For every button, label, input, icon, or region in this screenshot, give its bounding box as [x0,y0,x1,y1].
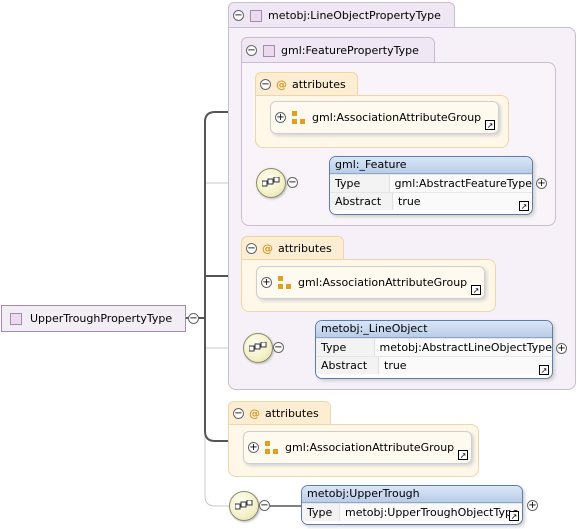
collapse-icon[interactable]: − [273,342,284,353]
link-icon[interactable]: ↗ [539,365,549,375]
element-row: Type metobj:UpperTroughObjectType [302,503,522,521]
root-type-node[interactable]: UpperTroughPropertyType [1,305,186,332]
complex-type-icon [263,44,275,57]
collapse-icon[interactable]: − [259,500,270,511]
line-object-type-tab: − metobj:LineObjectPropertyType [228,2,455,28]
collapse-icon[interactable]: − [233,10,244,21]
collapse-icon[interactable]: − [246,243,257,254]
collapse-icon[interactable]: − [188,313,199,324]
attributes-label: attributes [292,78,346,91]
association-attribute-group-label: gml:AssociationAttributeGroup [312,111,482,124]
association-attribute-group-box[interactable]: + gml:AssociationAttributeGroup ↗ [256,266,485,299]
attribute-group-icon [292,110,306,125]
collapse-icon[interactable]: − [233,408,244,419]
sequence-icon [256,168,286,198]
link-icon[interactable]: ↗ [458,450,468,460]
element-title: metobj:UpperTrough [302,486,522,503]
attribute-group-icon [265,440,279,455]
upper-trough-element-box[interactable]: metobj:UpperTrough Type metobj:UpperTroug… [301,485,523,525]
line-object-element-box[interactable]: metobj:_LineObject Type metobj:AbstractLi… [315,320,553,379]
attribute-icon: @ [276,78,287,91]
link-icon[interactable]: ↗ [485,120,495,130]
sequence-icon [243,333,273,363]
attributes-tab-inner: − @ attributes [255,72,358,96]
element-row: Abstract true [316,356,552,374]
element-title: gml:_Feature [330,157,532,174]
association-attribute-group-box[interactable]: + gml:AssociationAttributeGroup ↗ [243,431,472,464]
attributes-tab-outer: − @ attributes [228,401,331,425]
line-object-type-label: metobj:LineObjectPropertyType [268,9,441,22]
link-icon[interactable]: ↗ [471,285,481,295]
attributes-label: attributes [265,407,319,420]
feature-element-box[interactable]: gml:_Feature Type gml:AbstractFeatureType… [329,156,533,215]
feature-property-type-label: gml:FeaturePropertyType [281,44,419,57]
attributes-label: attributes [278,242,332,255]
association-attribute-group-label: gml:AssociationAttributeGroup [285,441,455,454]
attribute-group-icon [278,275,292,290]
feature-property-type-tab: − gml:FeaturePropertyType [241,37,435,63]
collapse-icon[interactable]: − [287,177,298,188]
association-attribute-group-label: gml:AssociationAttributeGroup [298,276,468,289]
element-row: Type gml:AbstractFeatureType [330,174,532,192]
element-row: Abstract true [330,192,532,210]
element-title: metobj:_LineObject [316,321,552,338]
collapse-icon[interactable]: − [260,79,271,90]
association-attribute-group-box[interactable]: + gml:AssociationAttributeGroup ↗ [270,101,499,134]
expand-icon[interactable]: + [527,500,538,511]
expand-icon[interactable]: + [275,112,286,123]
expand-icon[interactable]: + [261,277,272,288]
expand-icon[interactable]: + [556,343,567,354]
complex-type-icon [10,312,22,325]
wire-upper-trough [204,318,230,507]
root-type-label: UpperTroughPropertyType [30,312,173,325]
complex-type-icon [250,9,262,22]
link-icon[interactable]: ↗ [509,511,519,521]
collapse-icon[interactable]: − [246,45,257,56]
link-icon[interactable]: ↗ [519,201,529,211]
element-row: Type metobj:AbstractLineObjectType [316,338,552,356]
expand-icon[interactable]: + [248,442,259,453]
sequence-icon [229,491,259,521]
attribute-icon: @ [262,242,273,255]
attribute-icon: @ [249,407,260,420]
expand-icon[interactable]: + [536,178,547,189]
attributes-tab-middle: − @ attributes [241,236,344,260]
